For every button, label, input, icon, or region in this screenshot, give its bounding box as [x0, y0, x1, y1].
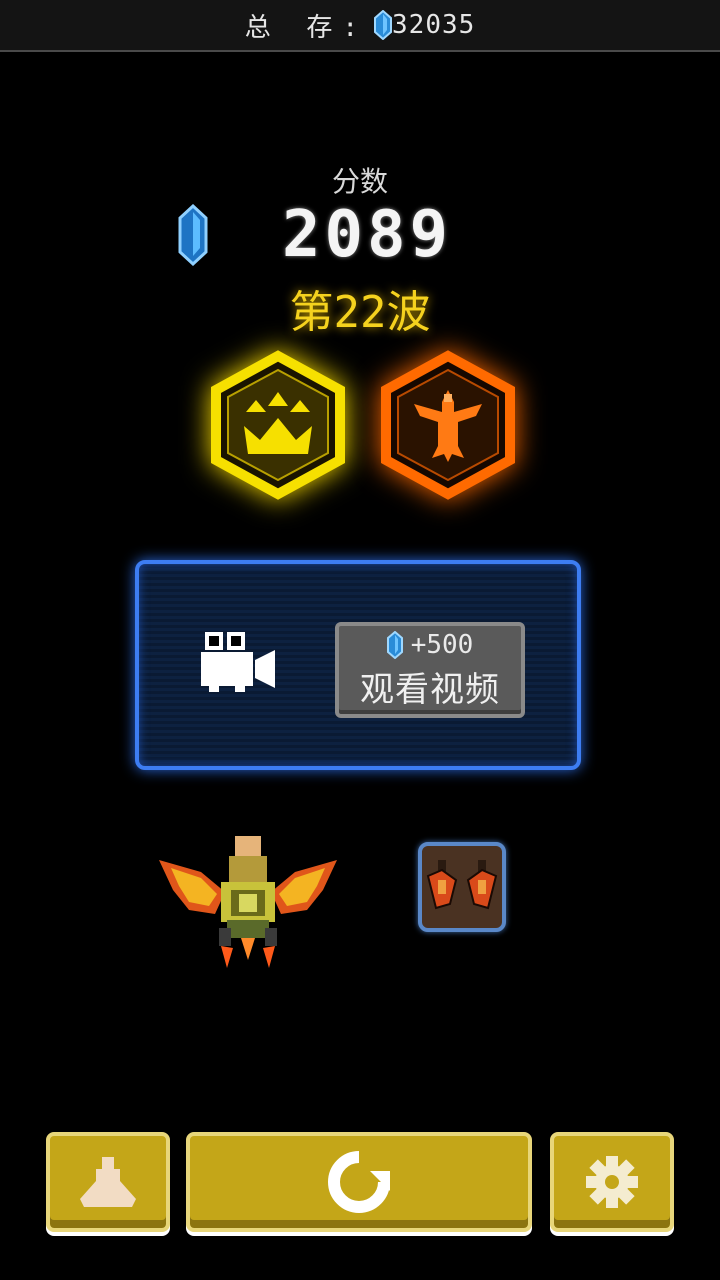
total-label: 总 存:: [244, 12, 369, 43]
settings-button[interactable]: [550, 1132, 674, 1232]
blue-crystal-icon: [178, 204, 208, 266]
twin-ships-icon: [426, 860, 498, 910]
score-row: 2089: [0, 198, 720, 272]
score-value: 2089: [281, 198, 453, 272]
hangar-button[interactable]: [46, 1132, 170, 1232]
ship-select-icon: [80, 1157, 136, 1207]
player-ship-icon: [159, 836, 337, 968]
video-camera-icon: [201, 632, 275, 692]
wingman-item-badge[interactable]: [418, 842, 506, 932]
top-bar: 总 存: 32035: [0, 0, 720, 52]
blue-crystal-icon: [374, 10, 393, 40]
settings-gear-icon: [586, 1156, 638, 1208]
crown-medal-icon: [211, 350, 345, 500]
restart-icon: [328, 1151, 390, 1213]
eagle-medal-icon: [381, 350, 515, 500]
restart-button[interactable]: [186, 1132, 532, 1232]
total-value: 32035: [392, 10, 476, 40]
watch-video-label: 观看视频: [360, 669, 500, 710]
watch-video-button[interactable]: +500 观看视频: [335, 622, 525, 718]
blue-crystal-icon: [386, 630, 403, 659]
reward-row: +500: [386, 629, 474, 660]
watch-video-panel: +500 观看视频: [135, 560, 581, 770]
wave-label: 第22波: [289, 287, 431, 338]
reward-amount: +500: [410, 629, 474, 660]
score-label: 分数: [331, 165, 388, 198]
